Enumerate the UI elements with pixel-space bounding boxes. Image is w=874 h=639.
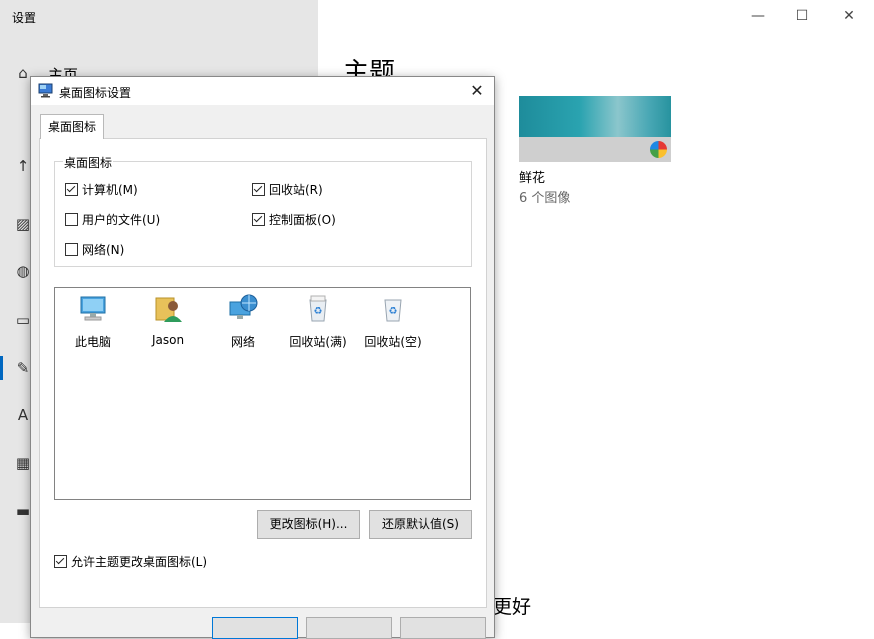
theme-preview-image bbox=[519, 96, 671, 137]
theme-image-count: 6 个图像 bbox=[519, 191, 571, 206]
control-panel-checkbox[interactable]: 控制面板(O) bbox=[252, 211, 336, 228]
checkbox-label: 网络(N) bbox=[82, 243, 125, 257]
tab-panel: 桌面图标 计算机(M) 回收站(R) 用户的文件(U) 控制面板(O) 网络(N… bbox=[39, 138, 487, 608]
theme-preview-bar bbox=[519, 137, 671, 162]
icon-label: 回收站(空) bbox=[364, 335, 422, 349]
tab-desktop-icons[interactable]: 桌面图标 bbox=[40, 114, 105, 139]
icon-label: 此电脑 bbox=[74, 335, 111, 349]
icon-item-user[interactable]: Jason bbox=[133, 292, 203, 347]
group-legend: 桌面图标 bbox=[63, 154, 114, 171]
network-checkbox[interactable]: 网络(N) bbox=[65, 241, 124, 258]
checkbox-label: 用户的文件(U) bbox=[82, 213, 161, 227]
checkbox-checked-icon[interactable] bbox=[252, 213, 265, 226]
theme-name: 鲜花 bbox=[519, 171, 546, 186]
cancel-button[interactable] bbox=[306, 617, 392, 639]
icon-item-this-pc[interactable]: 此电脑 bbox=[58, 292, 128, 350]
ok-button[interactable] bbox=[212, 617, 298, 639]
icon-label: 回收站(满) bbox=[289, 335, 347, 349]
computer-checkbox[interactable]: 计算机(M) bbox=[65, 181, 138, 198]
icon-item-network[interactable]: 网络 bbox=[208, 292, 278, 350]
settings-window-title: 设置 bbox=[12, 11, 37, 25]
computer-icon bbox=[80, 296, 106, 321]
checkbox-label: 回收站(R) bbox=[269, 183, 323, 197]
checkbox-label: 计算机(M) bbox=[82, 183, 138, 197]
dialog-titlebar[interactable]: 桌面图标设置 ✕ bbox=[31, 77, 494, 105]
recycle-bin-full-icon: ♻ bbox=[309, 295, 327, 322]
icon-list[interactable]: 此电脑 Jason 网络 ♻ 回收站(满) ♻ 回收站(空) bbox=[54, 287, 471, 500]
checkbox-label: 允许主题更改桌面图标(L) bbox=[71, 555, 208, 569]
minimize-button[interactable]: — bbox=[743, 6, 773, 26]
checkbox-checked-icon[interactable] bbox=[65, 183, 78, 196]
user-files-checkbox[interactable]: 用户的文件(U) bbox=[65, 211, 160, 228]
close-button[interactable]: ✕ bbox=[834, 6, 864, 26]
restore-default-button[interactable]: 还原默认值(S) bbox=[369, 510, 472, 539]
maximize-button[interactable]: ☐ bbox=[787, 6, 817, 26]
icon-item-recycle-full[interactable]: ♻ 回收站(满) bbox=[283, 292, 353, 350]
checkbox-label: 控制面板(O) bbox=[269, 213, 336, 227]
allow-themes-checkbox[interactable]: 允许主题更改桌面图标(L) bbox=[54, 553, 207, 570]
user-folder-icon bbox=[155, 297, 182, 322]
dialog-title: 桌面图标设置 bbox=[59, 86, 132, 100]
checkbox-checked-icon[interactable] bbox=[252, 183, 265, 196]
theme-thumbnail[interactable] bbox=[519, 96, 671, 162]
apply-button[interactable] bbox=[400, 617, 486, 639]
desktop-icons-group: 桌面图标 计算机(M) 回收站(R) 用户的文件(U) 控制面板(O) 网络(N… bbox=[54, 154, 472, 267]
recycle-bin-empty-icon: ♻ bbox=[384, 299, 402, 322]
desktop-icon-settings-dialog: 桌面图标设置 ✕ 桌面图标 桌面图标 计算机(M) 回收站(R) 用户的文件(U… bbox=[30, 76, 495, 639]
checkbox-unchecked-icon[interactable] bbox=[65, 243, 78, 256]
checkbox-unchecked-icon[interactable] bbox=[65, 213, 78, 226]
color-palette-icon bbox=[650, 141, 667, 158]
icon-label: Jason bbox=[151, 333, 185, 347]
section-heading: 更好 bbox=[493, 596, 532, 618]
svg-text:♻: ♻ bbox=[389, 306, 398, 317]
display-settings-icon bbox=[38, 83, 53, 98]
nav-selected-indicator bbox=[0, 356, 3, 380]
icon-label: 网络 bbox=[230, 335, 255, 349]
checkbox-checked-icon[interactable] bbox=[54, 555, 67, 568]
svg-text:♻: ♻ bbox=[314, 306, 323, 317]
recycle-bin-checkbox[interactable]: 回收站(R) bbox=[252, 181, 323, 198]
dialog-close-button[interactable]: ✕ bbox=[466, 80, 488, 102]
icon-item-recycle-empty[interactable]: ♻ 回收站(空) bbox=[358, 292, 428, 350]
network-icon bbox=[229, 294, 258, 319]
change-icon-button[interactable]: 更改图标(H)... bbox=[257, 510, 360, 539]
